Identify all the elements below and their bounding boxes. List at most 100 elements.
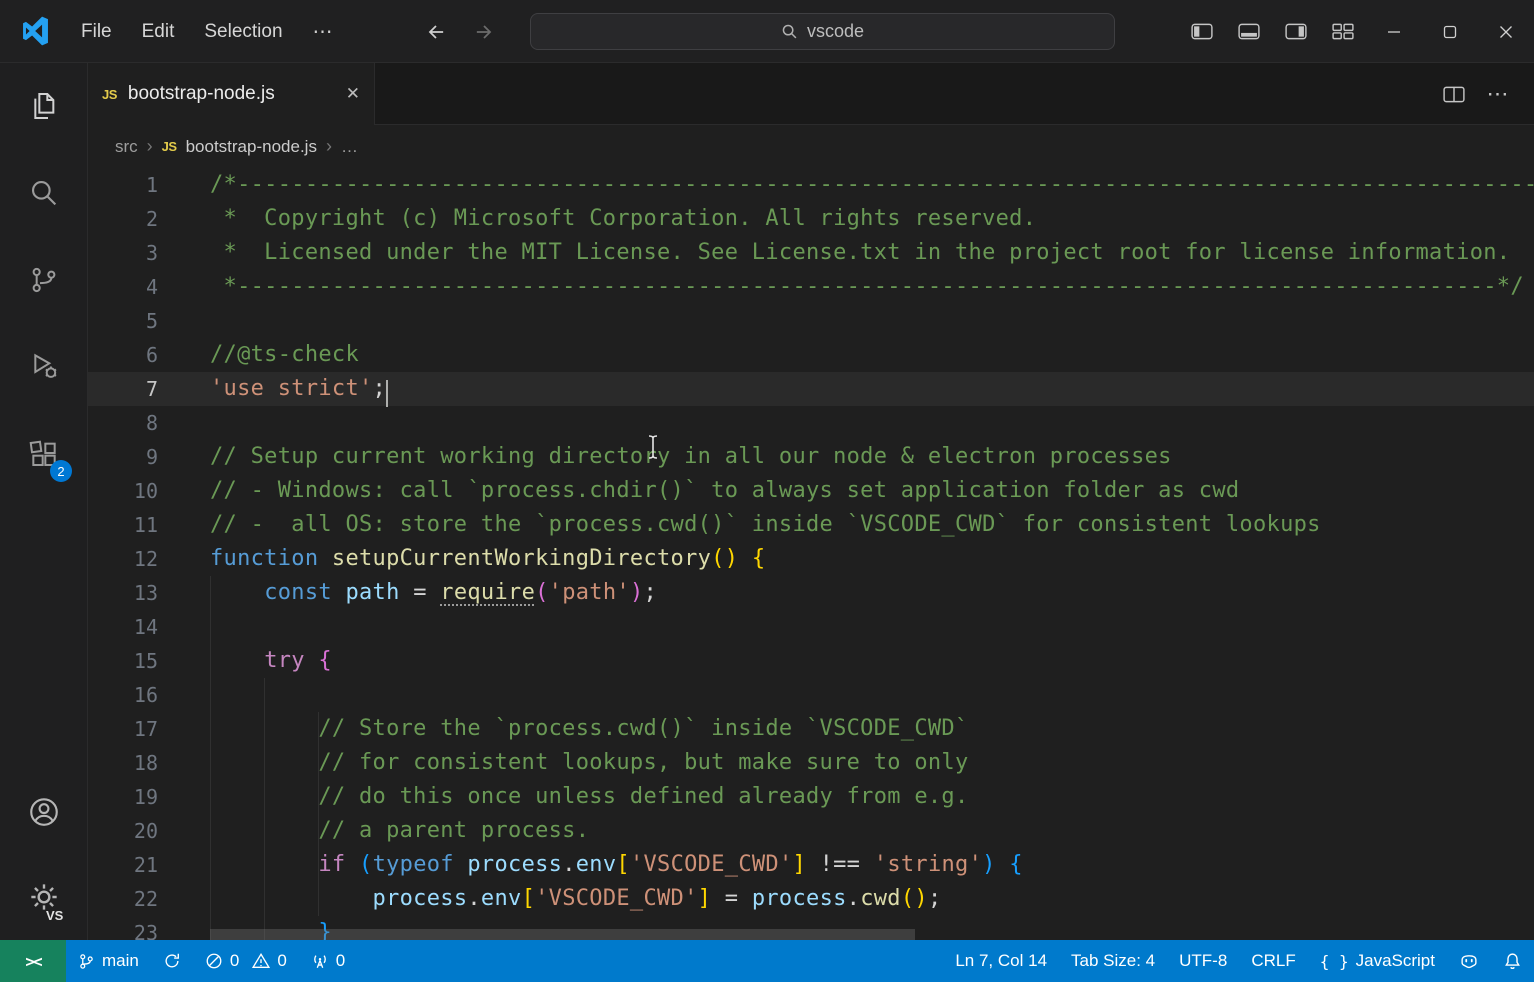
encoding-status[interactable]: UTF-8 (1167, 940, 1239, 982)
code-token: !== (806, 852, 874, 877)
line-number[interactable]: 4 (88, 270, 210, 304)
errors-count: 0 (230, 951, 239, 971)
code-token: . (467, 886, 481, 911)
tab-bar: JS bootstrap-node.js ✕ ⋯ (88, 63, 1534, 125)
code-token: ] (698, 886, 712, 911)
copilot-status[interactable] (1447, 940, 1491, 982)
line-number[interactable]: 8 (88, 406, 210, 440)
line-number[interactable]: 12 (88, 542, 210, 576)
problems-status[interactable]: 0 0 (193, 940, 299, 982)
account-button[interactable] (0, 780, 87, 844)
git-branch-icon (28, 264, 60, 296)
breadcrumb-symbol-more[interactable]: … (341, 137, 358, 157)
breadcrumb-file[interactable]: bootstrap-node.js (186, 137, 317, 157)
js-file-icon: JS (162, 139, 177, 154)
sidebar-item-extensions[interactable]: 2 (0, 423, 87, 487)
code-token: const (264, 580, 332, 605)
sidebar-item-explorer[interactable] (0, 74, 87, 138)
menu-selection[interactable]: Selection (189, 21, 297, 43)
code-line: 3 * Licensed under the MIT License. See … (88, 236, 1534, 270)
code-token: cwd (860, 886, 901, 911)
line-number[interactable]: 22 (88, 882, 210, 916)
warnings-icon (252, 952, 270, 970)
minimize-button[interactable] (1366, 0, 1422, 63)
search-magnifier-icon (28, 177, 60, 209)
line-number[interactable]: 11 (88, 508, 210, 542)
line-number[interactable]: 21 (88, 848, 210, 882)
line-number[interactable]: 18 (88, 746, 210, 780)
errors-icon (205, 952, 223, 970)
notifications-button[interactable] (1491, 940, 1534, 982)
split-editor-button[interactable] (1436, 76, 1472, 112)
code-token (454, 852, 468, 877)
line-number[interactable]: 7 (88, 372, 210, 406)
remote-indicator[interactable]: >< (0, 940, 66, 982)
settings-button[interactable] (0, 865, 87, 929)
code-token: ; (644, 580, 658, 605)
code-token: try (264, 648, 305, 673)
toggle-panel-button[interactable] (1225, 0, 1272, 63)
forward-button[interactable] (468, 16, 500, 48)
code-token: //@ts-check (210, 342, 359, 367)
back-button[interactable] (420, 16, 452, 48)
line-number[interactable]: 10 (88, 474, 210, 508)
code-token: ; (373, 376, 387, 401)
customize-layout-button[interactable] (1319, 0, 1366, 63)
code-token: path (345, 580, 399, 605)
ports-status[interactable]: 0 (299, 940, 357, 982)
toggle-secondary-sidebar-button[interactable] (1272, 0, 1319, 63)
close-window-button[interactable] (1478, 0, 1534, 63)
line-number[interactable]: 1 (88, 168, 210, 202)
code-token: [ (616, 852, 630, 877)
code-token (210, 648, 264, 673)
line-number[interactable]: 2 (88, 202, 210, 236)
command-center-search[interactable]: vscode (530, 13, 1115, 50)
maximize-button[interactable] (1422, 0, 1478, 63)
line-number[interactable]: 13 (88, 576, 210, 610)
line-number[interactable]: 3 (88, 236, 210, 270)
eol-status[interactable]: CRLF (1239, 940, 1307, 982)
code-editor[interactable]: 1/*-------------------------------------… (88, 168, 1534, 940)
code-token: . (562, 852, 576, 877)
profile-label: VS (46, 908, 63, 923)
sidebar-item-source-control[interactable] (0, 248, 87, 312)
cursor-position-status[interactable]: Ln 7, Col 14 (943, 940, 1059, 982)
line-number[interactable]: 19 (88, 780, 210, 814)
line-number[interactable]: 23 (88, 916, 210, 940)
sidebar-item-search[interactable] (0, 161, 87, 225)
toggle-primary-sidebar-button[interactable] (1178, 0, 1225, 63)
account-icon (27, 795, 61, 829)
sidebar-item-run-debug[interactable] (0, 334, 87, 398)
breadcrumb-folder[interactable]: src (115, 137, 138, 157)
line-number[interactable]: 14 (88, 610, 210, 644)
horizontal-scrollbar[interactable] (210, 929, 915, 940)
line-number[interactable]: 6 (88, 338, 210, 372)
line-number[interactable]: 5 (88, 304, 210, 338)
menu-file[interactable]: File (66, 21, 127, 43)
search-icon (781, 23, 798, 40)
code-token: // Store the `process.cwd()` inside `VSC… (210, 716, 969, 741)
more-actions-button[interactable]: ⋯ (1480, 76, 1516, 112)
code-line-text: * Copyright (c) Microsoft Corporation. A… (210, 202, 1036, 236)
language-mode-status[interactable]: { } JavaScript (1308, 940, 1447, 982)
line-number[interactable]: 15 (88, 644, 210, 678)
run-debug-icon (28, 350, 60, 382)
line-number[interactable]: 17 (88, 712, 210, 746)
menu-overflow-button[interactable]: ⋯ (298, 19, 350, 44)
code-token: 'use strict' (210, 376, 373, 401)
menu-edit[interactable]: Edit (127, 21, 190, 43)
line-number[interactable]: 20 (88, 814, 210, 848)
sync-changes-button[interactable] (151, 940, 193, 982)
code-token: env (576, 852, 617, 877)
git-branch-status[interactable]: main (66, 940, 151, 982)
line-number[interactable]: 16 (88, 678, 210, 712)
tab-bootstrap-node[interactable]: JS bootstrap-node.js ✕ (88, 63, 375, 125)
line-number[interactable]: 9 (88, 440, 210, 474)
code-line: 20 // a parent process. (88, 814, 1534, 848)
radio-tower-icon (311, 952, 329, 970)
tab-size-status[interactable]: Tab Size: 4 (1059, 940, 1167, 982)
tab-close-icon[interactable]: ✕ (346, 84, 360, 104)
code-line-text: if (typeof process.env['VSCODE_CWD'] !==… (210, 848, 1023, 882)
code-line-text: // Setup current working directory in al… (210, 440, 1172, 474)
code-line-text: //@ts-check (210, 338, 359, 372)
